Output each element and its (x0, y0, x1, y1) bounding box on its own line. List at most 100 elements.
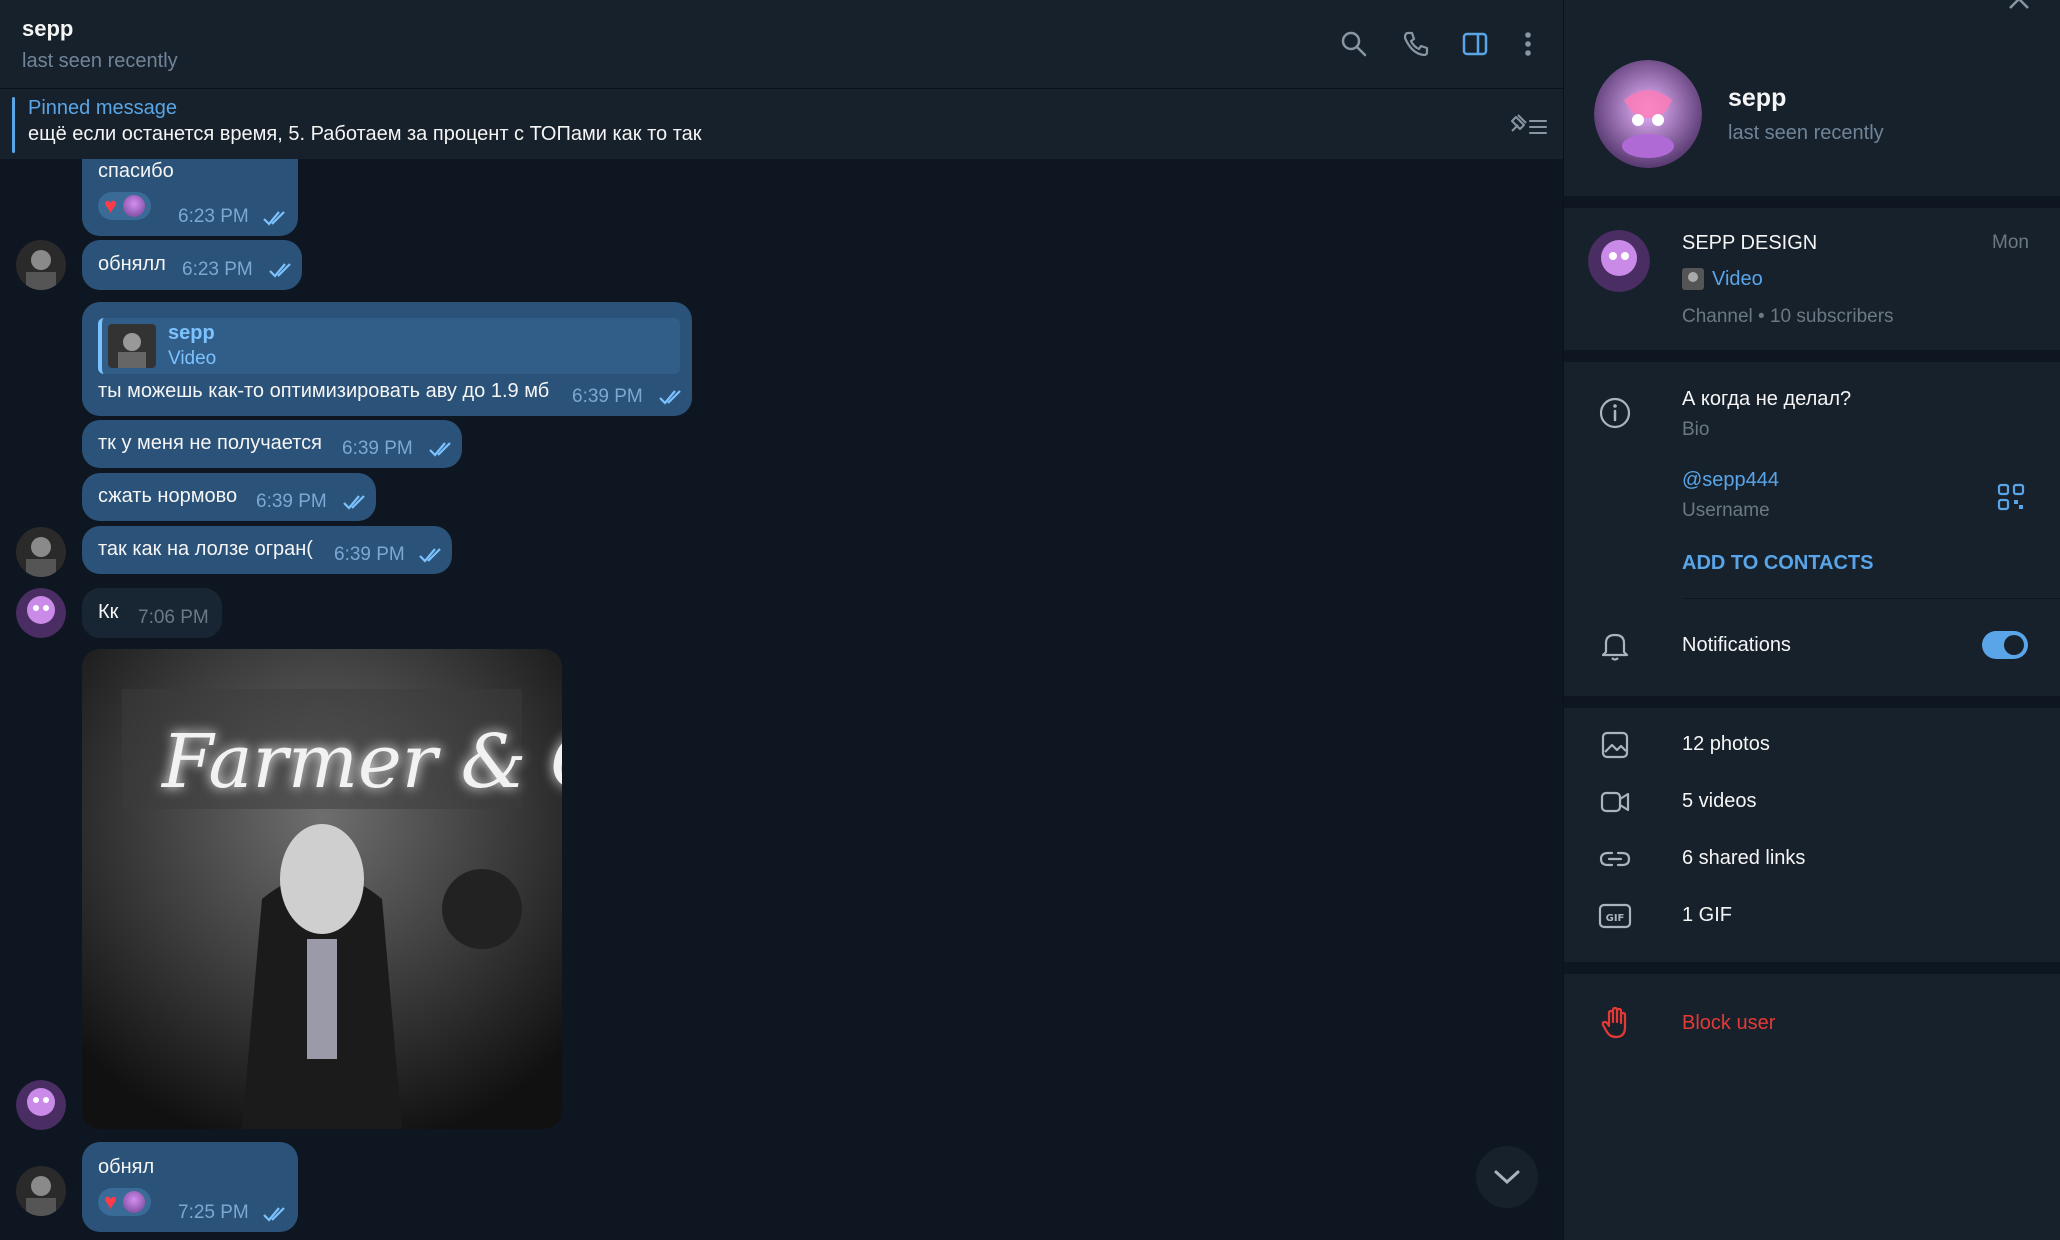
pin-list-icon (1511, 114, 1547, 134)
info-icon (1598, 396, 1632, 430)
bio-text: А когда не делал? (1682, 388, 1852, 410)
section-divider (1564, 962, 2060, 974)
double-check-icon (419, 548, 441, 563)
message-time: 6:23 PM (182, 259, 253, 280)
double-check-icon (659, 390, 681, 405)
link-icon (1598, 842, 1632, 876)
reaction-avatar (123, 1191, 146, 1213)
message-text: Кк (98, 601, 119, 623)
username-label: Username (1682, 500, 1770, 521)
qr-code-icon[interactable] (1996, 482, 2026, 512)
message-text: ты можешь как-то оптимизировать аву до 1… (98, 380, 550, 402)
more-button[interactable] (1510, 26, 1546, 62)
reply-thumbnail (108, 324, 156, 368)
chat-title[interactable]: sepp (22, 16, 73, 42)
pinned-text: ещё если останется время, 5. Работаем за… (28, 123, 702, 145)
message-time: 6:39 PM (342, 438, 413, 459)
message-bubble[interactable]: обнялл 6:23 PM (82, 240, 302, 290)
reaction-chip[interactable]: ♥ (98, 1188, 152, 1216)
photos-icon (1598, 728, 1632, 762)
message-bubble[interactable]: тк у меня не получается 6:39 PM (82, 420, 462, 468)
close-icon[interactable] (2004, 0, 2034, 14)
chat-status: last seen recently (22, 50, 178, 72)
shared-links[interactable]: 6 shared links (1682, 847, 1805, 870)
channel-meta: Channel • 10 subscribers (1682, 306, 1894, 327)
shared-photos[interactable]: 12 photos (1682, 733, 1770, 756)
message-bubble[interactable]: сжать нормово 6:39 PM (82, 473, 376, 521)
channel-date: Mon (1992, 232, 2029, 253)
message-time: 7:25 PM (178, 1202, 249, 1223)
message-time: 6:39 PM (334, 544, 405, 565)
sidebar-icon (1462, 32, 1488, 56)
video-message[interactable]: Farmer & Co. (82, 649, 562, 1129)
reaction-avatar (123, 195, 146, 217)
bio-label: Bio (1682, 419, 1710, 440)
bell-icon (1598, 628, 1632, 662)
chat-pane: спасибо ♥ 6:23 PM обнялл 6:23 PM sepp Vi… (0, 0, 1563, 1240)
scroll-to-bottom-button[interactable] (1476, 1146, 1538, 1208)
pinned-indicator (12, 97, 15, 153)
double-check-icon (269, 263, 291, 278)
user-info-panel: sepp last seen recently SEPP DESIGN Mon … (1563, 0, 2060, 1240)
notifications-label: Notifications (1682, 634, 1791, 656)
profile-status: last seen recently (1728, 122, 1884, 144)
channel-name: SEPP DESIGN (1682, 232, 1818, 254)
call-button[interactable] (1398, 26, 1434, 62)
username-link[interactable]: @sepp444 (1682, 469, 1779, 492)
double-check-icon (343, 495, 365, 510)
channel-avatar (1588, 230, 1650, 292)
message-time: 6:39 PM (256, 491, 327, 512)
message-bubble[interactable]: обнял ♥ 7:25 PM (82, 1142, 298, 1232)
double-check-icon (263, 211, 285, 226)
avatar[interactable] (16, 1166, 66, 1216)
message-bubble[interactable]: sepp Video ты можешь как-то оптимизирова… (82, 302, 692, 416)
message-time: 6:23 PM (178, 206, 249, 227)
avatar[interactable] (16, 1080, 66, 1130)
section-divider (1564, 350, 2060, 362)
channel-last-post: Video (1712, 268, 1763, 290)
message-time: 6:39 PM (572, 386, 643, 407)
pinned-message-bar[interactable]: Pinned message ещё если останется время,… (0, 89, 1563, 159)
chat-header: sepp last seen recently (0, 0, 1563, 89)
avatar[interactable] (16, 588, 66, 638)
reply-author: sepp (168, 322, 215, 344)
double-check-icon (429, 442, 451, 457)
avatar[interactable] (16, 527, 66, 577)
block-user-button[interactable]: Block user (1682, 1012, 1775, 1035)
sidebar-toggle-button[interactable] (1457, 26, 1493, 62)
pinned-list-button[interactable] (1505, 107, 1549, 143)
reply-quote[interactable]: sepp Video (98, 318, 680, 374)
shared-gifs[interactable]: 1 GIF (1682, 904, 1732, 927)
search-icon (1341, 31, 1367, 57)
avatar[interactable] (16, 240, 66, 290)
shared-videos[interactable]: 5 videos (1682, 790, 1757, 813)
more-vertical-icon (1525, 32, 1531, 56)
message-bubble[interactable]: Кк 7:06 PM (82, 588, 222, 638)
message-text: спасибо (98, 160, 174, 182)
personal-channel[interactable]: SEPP DESIGN Mon Video Channel • 10 subsc… (1564, 208, 2060, 350)
message-bubble[interactable]: так как на лолзе огран( 6:39 PM (82, 526, 452, 574)
toggle-knob (2004, 635, 2024, 655)
phone-icon (1403, 31, 1429, 57)
message-text: обнял (98, 1156, 155, 1178)
profile-name: sepp (1728, 84, 1787, 112)
video-neon-text: Farmer & Co. (162, 719, 562, 805)
hand-stop-icon (1598, 1006, 1632, 1040)
heart-icon: ♥ (104, 1189, 118, 1214)
video-icon (1598, 785, 1632, 819)
section-divider (1564, 696, 2060, 708)
gif-icon: GIF (1598, 899, 1632, 933)
notifications-toggle[interactable] (1982, 631, 2028, 659)
message-text: тк у меня не получается (98, 432, 323, 454)
profile-avatar[interactable] (1594, 60, 1702, 168)
search-button[interactable] (1336, 26, 1372, 62)
pinned-label: Pinned message (28, 97, 177, 119)
add-to-contacts-button[interactable]: ADD TO CONTACTS (1682, 552, 1873, 575)
row-separator (1682, 598, 2060, 599)
message-time: 7:06 PM (138, 607, 209, 628)
reaction-chip[interactable]: ♥ (98, 192, 152, 220)
double-check-icon (263, 1207, 285, 1222)
svg-text:GIF: GIF (1606, 913, 1625, 924)
heart-icon: ♥ (104, 193, 118, 218)
message-text: так как на лолзе огран( (98, 538, 313, 560)
